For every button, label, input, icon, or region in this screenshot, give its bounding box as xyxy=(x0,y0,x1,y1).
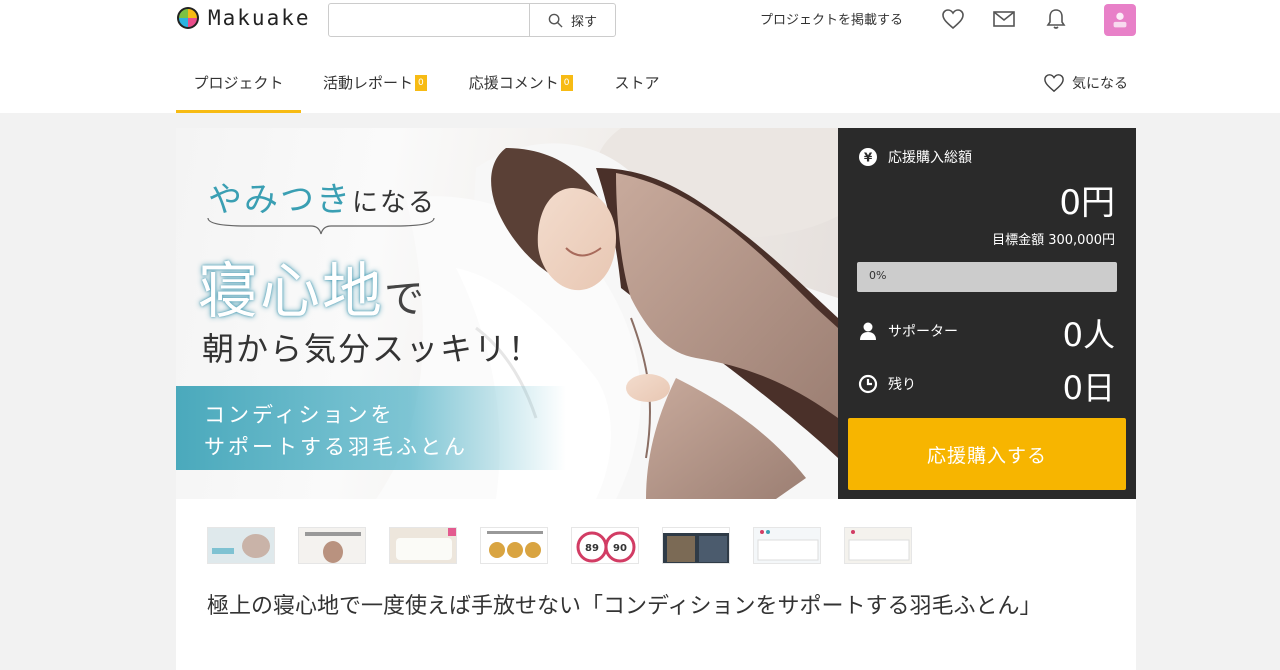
supporters-label: サポーター xyxy=(888,324,958,340)
thumbnail-strip: 89 90 xyxy=(207,527,935,564)
messages-button[interactable] xyxy=(990,6,1018,32)
support-purchase-button[interactable]: 応援購入する xyxy=(848,418,1126,490)
tab-support-comments[interactable]: 応援コメント 0 xyxy=(469,60,573,113)
search-input[interactable] xyxy=(329,4,529,36)
thumbnail-image xyxy=(481,528,547,563)
project-content: 89 90 極上の寝心地で一度使えば手放せない「コンディションをサポートする羽毛ふ… xyxy=(176,499,1136,670)
thumbnail[interactable]: 89 90 xyxy=(571,527,639,564)
search-icon xyxy=(548,13,563,28)
avatar-icon xyxy=(1113,12,1127,28)
clock-icon xyxy=(858,374,878,394)
brace-decoration xyxy=(207,217,435,235)
hero-headline-3: 朝から気分スッキリ！ xyxy=(202,330,543,368)
thumbnail-image xyxy=(663,528,729,563)
hero-suffix: で xyxy=(384,276,426,322)
thumbnail[interactable] xyxy=(662,527,730,564)
thumbnail[interactable] xyxy=(753,527,821,564)
search-box: 探す xyxy=(328,3,616,37)
project-tabs: プロジェクト 活動レポート 0 応援コメント 0 ストア xyxy=(176,60,702,113)
remaining-row: 残り xyxy=(858,374,916,394)
hero-line1-rest: になる xyxy=(352,188,437,218)
funding-panel: ¥ 応援購入総額 0円 目標金額 300,000円 0% サポーター 0人 残り… xyxy=(838,128,1136,499)
count-badge: 0 xyxy=(415,75,427,91)
thumbnail-image xyxy=(208,528,274,563)
hero-image[interactable]: やみつきになる 寝心地で 朝から気分スッキリ！ コンディションを サポートする羽… xyxy=(176,128,838,499)
svg-text:90: 90 xyxy=(613,543,627,554)
svg-text:89: 89 xyxy=(585,543,599,554)
logo-text: Makuake xyxy=(208,6,311,30)
hero-headline-1: やみつきになる xyxy=(208,172,436,221)
tab-project[interactable]: プロジェクト xyxy=(176,60,301,113)
bell-icon xyxy=(1046,9,1066,29)
total-row: ¥ 応援購入総額 xyxy=(858,147,972,167)
remaining-value: 0日 xyxy=(1062,369,1115,407)
thumbnail[interactable] xyxy=(844,527,912,564)
mail-icon xyxy=(993,11,1015,27)
thumbnail[interactable] xyxy=(207,527,275,564)
goal-amount: 目標金額 300,000円 xyxy=(992,233,1115,248)
tab-activity-reports[interactable]: 活動レポート 0 xyxy=(323,60,427,113)
hero-band-line-2: サポートする羽毛ふとん xyxy=(204,435,468,459)
tab-label: ストア xyxy=(614,74,660,92)
thumbnail-image xyxy=(845,528,911,563)
remaining-label: 残り xyxy=(888,377,916,393)
supporters-value: 0人 xyxy=(1062,316,1115,354)
makuake-logo[interactable]: Makuake xyxy=(176,6,311,30)
progress-bar: 0% xyxy=(857,262,1117,292)
count-badge: 0 xyxy=(560,75,573,91)
thumbnail[interactable] xyxy=(480,527,548,564)
heart-icon xyxy=(942,9,964,30)
favorite-label: 気になる xyxy=(1072,76,1128,92)
makuake-logo-icon xyxy=(177,7,199,29)
hero-main-word: 寝心地 xyxy=(198,257,384,327)
tab-label: 応援コメント xyxy=(468,74,559,92)
hero-band-line-1: コンディションを xyxy=(204,403,395,427)
hero-highlight: やみつき xyxy=(208,180,352,220)
thumbnail-image xyxy=(754,528,820,563)
top-header: Makuake 探す プロジェクトを掲載する プロジェクト 活動レポート 0 応… xyxy=(0,0,1280,113)
tab-label: プロジェクト xyxy=(193,74,284,92)
svg-text:¥: ¥ xyxy=(864,151,873,165)
hero-headline-2: 寝心地で xyxy=(198,243,426,330)
user-avatar[interactable] xyxy=(1104,4,1136,36)
favorite-button[interactable]: 気になる xyxy=(1043,73,1128,93)
thumbnail-image xyxy=(299,528,365,563)
total-amount: 0円 xyxy=(1059,183,1115,223)
tab-label: 活動レポート xyxy=(323,74,414,92)
progress-text: 0% xyxy=(869,269,887,282)
search-button[interactable]: 探す xyxy=(529,4,615,36)
total-label: 応援購入総額 xyxy=(888,150,972,166)
project-title: 極上の寝心地で一度使えば手放せない「コンディションをサポートする羽毛ふとん」 xyxy=(207,594,1042,619)
yen-icon: ¥ xyxy=(859,148,877,166)
person-icon xyxy=(860,322,876,340)
search-button-label: 探す xyxy=(570,14,597,30)
heart-icon xyxy=(1044,74,1064,93)
thumbnail-image xyxy=(390,528,456,563)
post-project-link[interactable]: プロジェクトを掲載する xyxy=(760,9,903,28)
thumbnail-image: 89 90 xyxy=(572,528,638,563)
thumbnail[interactable] xyxy=(389,527,457,564)
notifications-button[interactable] xyxy=(1042,6,1070,32)
favorites-button[interactable] xyxy=(939,6,967,32)
thumbnail[interactable] xyxy=(298,527,366,564)
tab-store[interactable]: ストア xyxy=(615,60,660,113)
supporters-row: サポーター xyxy=(858,321,958,341)
